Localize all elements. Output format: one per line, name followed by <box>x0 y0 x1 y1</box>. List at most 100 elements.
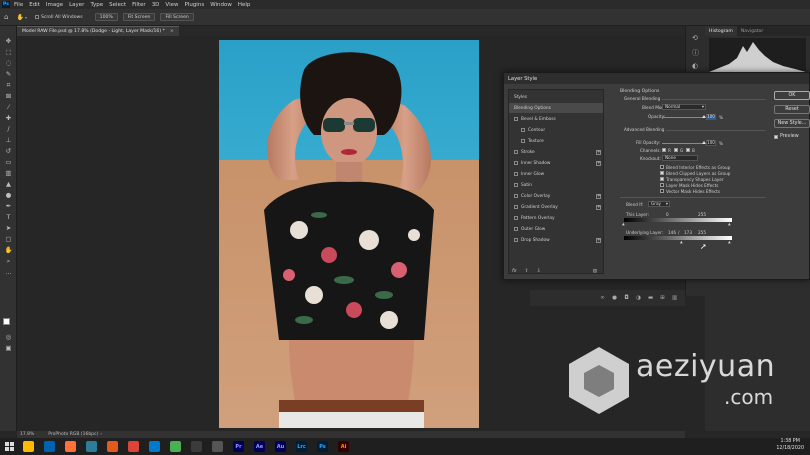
style-item-texture[interactable]: Texture <box>509 136 603 146</box>
new-style-button[interactable]: New Style... <box>774 119 810 128</box>
style-item-inner-shadow[interactable]: Inner Shadow + <box>509 158 603 168</box>
style-checkbox[interactable] <box>514 183 518 187</box>
hand-tool-icon[interactable]: ✋ <box>16 14 23 21</box>
underlying-layer-gradient[interactable] <box>624 236 732 240</box>
menu-view[interactable]: View <box>165 2 178 8</box>
style-item-satin[interactable]: Satin <box>509 180 603 190</box>
this-layer-gradient[interactable] <box>624 218 732 222</box>
style-item-blending-options[interactable]: Blending Options <box>509 103 603 113</box>
pen-tool-icon[interactable]: ✒ <box>4 203 13 210</box>
document-image[interactable] <box>219 40 479 428</box>
marquee-tool-icon[interactable]: ⬚ <box>4 49 13 56</box>
menu-3d[interactable]: 3D <box>152 2 160 8</box>
home-icon[interactable]: ⌂ <box>4 13 8 21</box>
screen-mode-icon[interactable]: ▣ <box>4 345 13 352</box>
style-item-stroke[interactable]: Stroke + <box>509 147 603 157</box>
menu-plugins[interactable]: Plugins <box>184 2 204 8</box>
history-panel-icon[interactable]: ⟲ <box>692 34 698 42</box>
style-checkbox[interactable] <box>514 194 518 198</box>
style-checkbox[interactable] <box>514 216 518 220</box>
blend-option-checkbox[interactable] <box>660 189 664 193</box>
move-down-icon[interactable]: ⇩ <box>537 269 541 274</box>
taskbar-app-3[interactable] <box>86 441 97 452</box>
style-checkbox[interactable] <box>514 227 518 231</box>
blend-option-checkbox[interactable] <box>660 171 664 175</box>
menu-layer[interactable]: Layer <box>69 2 84 8</box>
menu-window[interactable]: Window <box>210 2 232 8</box>
adjustment-layer-icon[interactable]: ◑ <box>636 295 641 301</box>
eraser-tool-icon[interactable]: ▭ <box>4 159 13 166</box>
style-item-inner-glow[interactable]: Inner Glow <box>509 169 603 179</box>
channel-g-checkbox[interactable] <box>674 148 678 152</box>
stamp-tool-icon[interactable]: ⊥ <box>4 137 13 144</box>
fit-screen-button[interactable]: Fit Screen <box>122 13 156 21</box>
history-brush-tool-icon[interactable]: ↺ <box>4 148 13 155</box>
dialog-title[interactable]: Layer Style <box>504 73 809 84</box>
adjustments-panel-icon[interactable]: ◐ <box>692 62 698 70</box>
this-layer-right-thumb[interactable]: ▲ <box>728 222 731 226</box>
ok-button[interactable]: OK <box>774 91 810 100</box>
taskbar-app-7[interactable] <box>170 441 181 452</box>
new-group-icon[interactable]: ▬ <box>648 295 653 301</box>
move-tool-icon[interactable]: ✥ <box>4 38 13 45</box>
menu-help[interactable]: Help <box>238 2 251 8</box>
zoom-100-button[interactable]: 100% <box>94 13 118 21</box>
menu-select[interactable]: Select <box>109 2 126 8</box>
brush-tool-icon[interactable]: ∕ <box>4 126 13 133</box>
taskbar-app-13[interactable]: Lrc <box>296 441 307 452</box>
chevron-down-icon[interactable]: ▾ <box>25 15 27 20</box>
info-panel-icon[interactable]: ⓘ <box>692 48 699 58</box>
taskbar-app-5[interactable] <box>128 441 139 452</box>
move-up-icon[interactable]: ⇧ <box>525 269 529 274</box>
fx-icon[interactable]: fx <box>512 269 517 274</box>
add-style-instance-icon[interactable]: + <box>596 160 601 166</box>
menu-filter[interactable]: Filter <box>132 2 146 8</box>
style-checkbox[interactable] <box>514 172 518 176</box>
start-button[interactable] <box>0 438 18 455</box>
blend-option-checkbox[interactable] <box>660 183 664 187</box>
scroll-all-windows-checkbox[interactable]: Scroll All Windows <box>34 15 83 20</box>
style-checkbox[interactable] <box>514 238 518 242</box>
more-tools-icon[interactable]: … <box>4 269 13 276</box>
reset-button[interactable]: Reset <box>774 105 810 114</box>
link-layers-icon[interactable]: ∞ <box>600 295 605 301</box>
blend-if-select[interactable]: Gray ▾ <box>648 201 670 207</box>
quick-select-tool-icon[interactable]: ✎ <box>4 71 13 78</box>
fill-screen-button[interactable]: Fill Screen <box>160 13 194 21</box>
style-item-pattern-overlay[interactable]: Pattern Overlay <box>509 213 603 223</box>
type-tool-icon[interactable]: T <box>4 214 13 221</box>
style-checkbox[interactable] <box>521 128 525 132</box>
crop-tool-icon[interactable]: ⌗ <box>4 82 13 89</box>
quick-mask-icon[interactable]: ◎ <box>4 334 13 341</box>
blend-mode-select[interactable]: Normal ▾ <box>662 104 706 110</box>
tab-histogram[interactable]: Histogram <box>705 26 737 36</box>
tab-navigator[interactable]: Navigator <box>737 26 767 36</box>
zoom-tool-icon[interactable]: ⌕ <box>4 258 13 265</box>
styles-header[interactable]: Styles <box>509 92 603 102</box>
channel-r-checkbox[interactable] <box>662 148 666 152</box>
add-style-instance-icon[interactable]: + <box>596 193 601 199</box>
blur-tool-icon[interactable]: ▲ <box>4 181 13 188</box>
taskbar-app-11[interactable]: Ae <box>254 441 265 452</box>
style-checkbox[interactable] <box>514 117 518 121</box>
menu-file[interactable]: File <box>14 2 23 8</box>
underlying-right-thumb[interactable]: ▲ <box>728 240 731 244</box>
add-style-icon[interactable]: ● <box>612 295 617 301</box>
opacity-slider[interactable] <box>662 117 704 118</box>
frame-tool-icon[interactable]: ⊠ <box>4 93 13 100</box>
blend-option-checkbox[interactable] <box>660 177 664 181</box>
taskbar-app-0[interactable] <box>23 441 34 452</box>
style-item-gradient-overlay[interactable]: Gradient Overlay + <box>509 202 603 212</box>
foreground-color-swatch[interactable] <box>3 318 10 325</box>
eyedropper-tool-icon[interactable]: ⁄ <box>4 104 13 111</box>
taskbar-app-10[interactable]: Pr <box>233 441 244 452</box>
fill-opacity-input[interactable]: 100 <box>706 140 716 146</box>
style-checkbox[interactable] <box>514 161 518 165</box>
taskbar-app-12[interactable]: Au <box>275 441 286 452</box>
chevron-right-icon[interactable]: › <box>100 432 102 437</box>
style-item-bevel-emboss[interactable]: Bevel & Emboss <box>509 114 603 124</box>
style-item-color-overlay[interactable]: Color Overlay + <box>509 191 603 201</box>
taskbar-app-15[interactable]: Ai <box>338 441 349 452</box>
taskbar-app-4[interactable] <box>107 441 118 452</box>
style-checkbox[interactable] <box>514 205 518 209</box>
